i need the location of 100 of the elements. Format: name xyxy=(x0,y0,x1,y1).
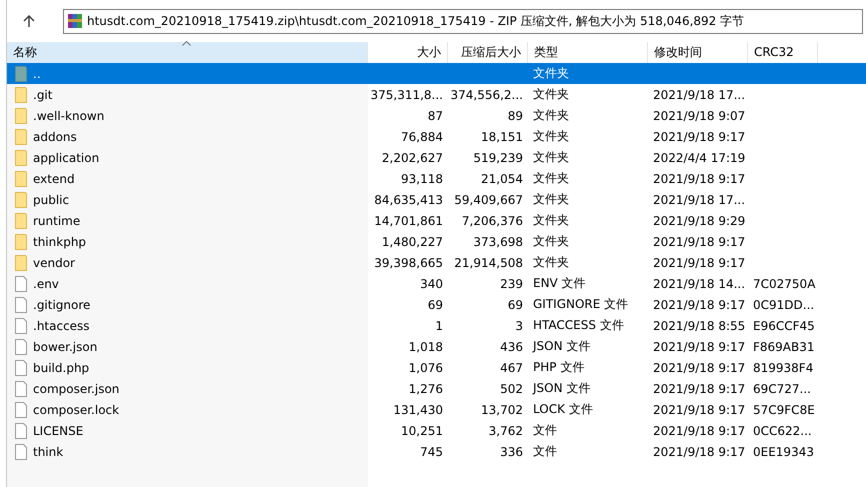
modified-cell: 2021/9/18 9:17 xyxy=(653,130,746,144)
modified-cell: 2021/9/18 14... xyxy=(653,276,746,290)
size-cell: 84,635,413 xyxy=(374,192,443,206)
packed-size-cell: 69 xyxy=(508,298,523,312)
size-cell: 76,884 xyxy=(401,130,443,144)
list-row[interactable]: think 745 336 文件 2021/9/18 9:17 0EE19343 xyxy=(7,441,866,462)
list-row[interactable]: .htaccess 1 3 HTACCESS 文件 2021/9/18 8:55 E96CCF45 xyxy=(7,315,866,336)
packed-size-cell: 436 xyxy=(500,340,523,354)
file-name: bower.json xyxy=(33,340,98,354)
crc-cell: 7C02750A xyxy=(753,276,816,290)
file-name: build.php xyxy=(33,360,90,374)
list-row[interactable]: addons 76,884 18,151 文件夹 2021/9/18 9:17 xyxy=(7,126,866,147)
folder-icon xyxy=(15,170,27,186)
size-cell: 87 xyxy=(428,108,443,122)
folder-icon xyxy=(15,234,27,250)
archive-icon xyxy=(67,13,83,29)
modified-cell: 2021/9/18 9:07 xyxy=(653,108,746,122)
list-row[interactable]: build.php 1,076 467 PHP 文件 2021/9/18 9:17 819938F4 xyxy=(7,357,866,378)
file-name: composer.lock xyxy=(33,402,120,416)
type-cell: GITIGNORE 文件 xyxy=(533,296,628,313)
column-header[interactable]: 名称 xyxy=(7,42,368,63)
file-icon xyxy=(15,380,27,396)
list-row[interactable]: .well-known 87 89 文件夹 2021/9/18 9:07 xyxy=(7,105,866,126)
file-name: think xyxy=(33,444,64,458)
size-cell: 340 xyxy=(420,276,443,290)
crc-cell: 0C91DD... xyxy=(753,298,814,312)
file-name: addons xyxy=(33,130,77,144)
file-icon xyxy=(15,296,27,312)
list-row[interactable]: .git 375,311,8... 374,556,2... 文件夹 2021/9/18 17... xyxy=(7,84,866,105)
crc-cell: E96CCF45 xyxy=(753,318,815,332)
file-name: .git xyxy=(33,88,52,102)
type-cell: 文件 xyxy=(533,422,557,439)
modified-cell: 2021/9/18 17... xyxy=(653,192,746,206)
size-cell: 745 xyxy=(420,444,443,458)
crc-cell: F869AB31 xyxy=(753,340,815,354)
selected-row[interactable]: .. 文件夹 xyxy=(7,63,866,84)
packed-size-cell: 239 xyxy=(500,276,523,290)
crc-cell: 0EE19343 xyxy=(753,444,814,458)
list-row[interactable]: composer.lock 131,430 13,702 LOCK 文件 2021/9/18 9:17 57C9FC8E xyxy=(7,399,866,420)
type-cell: ENV 文件 xyxy=(533,275,586,292)
size-cell: 131,430 xyxy=(393,402,443,416)
list-row[interactable]: public 84,635,413 59,409,667 文件夹 2021/9/18 17... xyxy=(7,189,866,210)
file-name: extend xyxy=(33,172,75,186)
modified-cell: 2021/9/18 9:17 xyxy=(653,360,746,374)
crc-cell: 69C727... xyxy=(753,382,811,396)
type-cell: HTACCESS 文件 xyxy=(533,317,624,334)
type-cell: LOCK 文件 xyxy=(533,401,593,418)
type-cell: 文件夹 xyxy=(533,65,569,82)
packed-size-cell: 21,914,508 xyxy=(454,256,523,270)
modified-cell: 2021/9/18 9:17 xyxy=(653,256,746,270)
packed-size-cell: 13,702 xyxy=(481,402,523,416)
modified-cell: 2021/9/18 9:17 xyxy=(653,402,746,416)
modified-cell: 2021/9/18 9:17 xyxy=(653,298,746,312)
list-row[interactable]: vendor 39,398,665 21,914,508 文件夹 2021/9/18 9:17 xyxy=(7,252,866,273)
packed-size-cell: 21,054 xyxy=(481,172,523,186)
packed-size-cell: 89 xyxy=(508,108,523,122)
type-cell: JSON 文件 xyxy=(533,338,590,355)
size-cell: 1,276 xyxy=(408,382,443,396)
type-cell: 文件夹 xyxy=(533,149,569,166)
modified-cell: 2021/9/18 9:29 xyxy=(653,214,746,228)
file-name: .gitignore xyxy=(33,298,90,312)
packed-size-cell: 519,239 xyxy=(473,150,523,164)
type-cell: 文件夹 xyxy=(533,254,569,271)
list-row[interactable]: .env 340 239 ENV 文件 2021/9/18 14... 7C02750A xyxy=(7,273,866,294)
modified-cell: 2021/9/18 9:17 xyxy=(653,340,746,354)
modified-cell: 2021/9/18 9:17 xyxy=(653,172,746,186)
folder-icon xyxy=(15,86,27,102)
up-arrow-icon[interactable] xyxy=(23,14,35,28)
list-row[interactable]: runtime 14,701,861 7,206,376 文件夹 2021/9/18 9:29 xyxy=(7,210,866,231)
type-cell: 文件夹 xyxy=(533,191,569,208)
type-cell: PHP 文件 xyxy=(533,359,584,376)
type-cell: 文件夹 xyxy=(533,128,569,145)
file-name: public xyxy=(33,192,70,206)
type-cell: 文件夹 xyxy=(533,233,569,250)
address-field[interactable]: htusdt.com_20210918_175419.zip\htusdt.com_20210918_175419 - ZIP 压缩文件, 解包大小为 518,046,892 字节 xyxy=(63,8,863,34)
list-row[interactable]: extend 93,118 21,054 文件夹 2021/9/18 9:17 xyxy=(7,168,866,189)
packed-size-cell: 59,409,667 xyxy=(454,192,523,206)
file-icon xyxy=(15,360,27,376)
packed-size-cell: 374,556,2... xyxy=(450,88,523,102)
list-row[interactable]: LICENSE 10,251 3,762 文件 2021/9/18 9:17 0CC622... xyxy=(7,420,866,441)
list-row[interactable]: bower.json 1,018 436 JSON 文件 2021/9/18 9:17 F869AB31 xyxy=(7,336,866,357)
modified-cell: 2021/9/18 9:17 xyxy=(653,234,746,248)
file-icon xyxy=(15,276,27,292)
file-icon xyxy=(15,402,27,418)
file-name: .. xyxy=(33,66,41,80)
file-icon xyxy=(15,422,27,438)
size-cell: 1,076 xyxy=(408,360,443,374)
modified-cell: 2022/4/4 17:19 xyxy=(653,150,746,164)
sort-caret-icon xyxy=(182,41,191,46)
size-cell: 1,480,227 xyxy=(382,234,443,248)
list-row[interactable]: composer.json 1,276 502 JSON 文件 2021/9/18 9:17 69C727... xyxy=(7,378,866,399)
type-cell: 文件夹 xyxy=(533,170,569,187)
list-row[interactable]: application 2,202,627 519,239 文件夹 2022/4/4 17:19 xyxy=(7,147,866,168)
packed-size-cell: 3 xyxy=(515,318,523,332)
parent-folder-icon xyxy=(15,66,27,82)
type-cell: 文件夹 xyxy=(533,107,569,124)
type-cell: 文件夹 xyxy=(533,212,569,229)
list-row[interactable]: thinkphp 1,480,227 373,698 文件夹 2021/9/18 9:17 xyxy=(7,231,866,252)
modified-cell: 2021/9/18 17... xyxy=(653,88,746,102)
list-row[interactable]: .gitignore 69 69 GITIGNORE 文件 2021/9/18 9:17 0C91DD... xyxy=(7,294,866,315)
